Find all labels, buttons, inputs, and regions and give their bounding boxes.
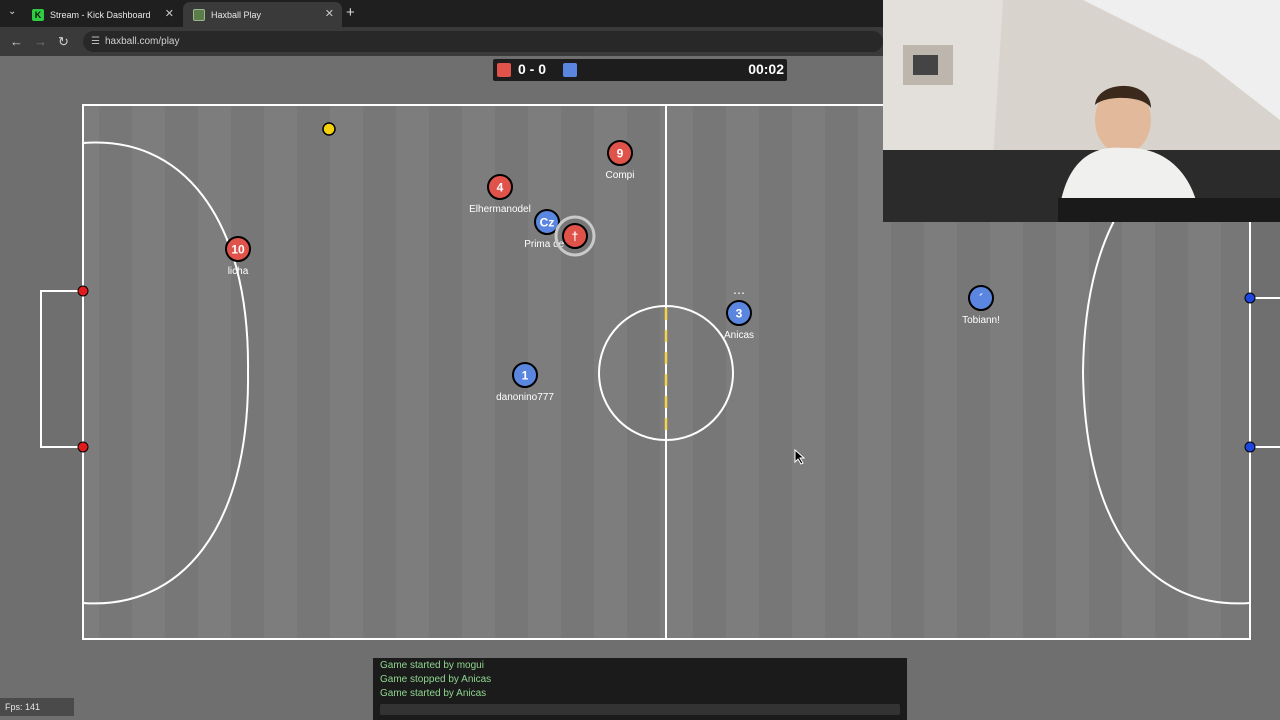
- goal-post: [77, 441, 89, 453]
- chat-message: Game stopped by Anicas: [380, 674, 492, 685]
- player-avatar-text: 3: [736, 307, 743, 321]
- chat-message: Game started by mogui: [380, 660, 484, 671]
- goal-post: [1244, 292, 1256, 304]
- player-red: 9 Compi: [606, 140, 635, 181]
- player-name: Anicas: [724, 330, 754, 341]
- player-avatar-text: 10: [231, 243, 245, 257]
- typing-indicator-icon: …: [733, 283, 745, 297]
- score-text: 0 - 0: [518, 61, 547, 77]
- scoreboard: 0 - 0 00:02: [493, 59, 787, 81]
- player-red: 10 licha: [225, 236, 251, 277]
- player-name: Elhermanodel: [469, 204, 531, 215]
- goal-post: [77, 285, 89, 297]
- chat-panel: Game started by mogui Game stopped by An…: [373, 658, 907, 720]
- player-avatar-text: †: [572, 230, 579, 244]
- player-avatar-text: 1: [522, 369, 529, 383]
- right-goal: [1250, 297, 1280, 448]
- ball: [322, 122, 336, 136]
- fps-counter: Fps: 141: [0, 698, 74, 716]
- blue-team-icon: [563, 63, 577, 77]
- player-avatar-text: 9: [617, 147, 624, 161]
- left-goal: [40, 290, 83, 448]
- chat-message: Game started by Anicas: [380, 688, 487, 699]
- player-avatar-text: 4: [497, 181, 504, 195]
- player-name: Compi: [606, 170, 635, 181]
- game-timer: 00:02: [748, 61, 784, 77]
- streamer-camera-image: [883, 0, 1280, 222]
- chat-input[interactable]: [380, 704, 900, 715]
- goal-post: [1244, 441, 1256, 453]
- player-name: danonino777: [496, 392, 554, 403]
- mouse-cursor-icon: [794, 449, 806, 465]
- red-team-icon: [497, 63, 511, 77]
- webcam-overlay: [883, 0, 1280, 222]
- player-avatar-text: Cz: [540, 216, 555, 230]
- player-avatar-text: ´: [979, 292, 983, 306]
- player-name: licha: [228, 266, 249, 277]
- player-name: Tobiann!: [962, 315, 1000, 326]
